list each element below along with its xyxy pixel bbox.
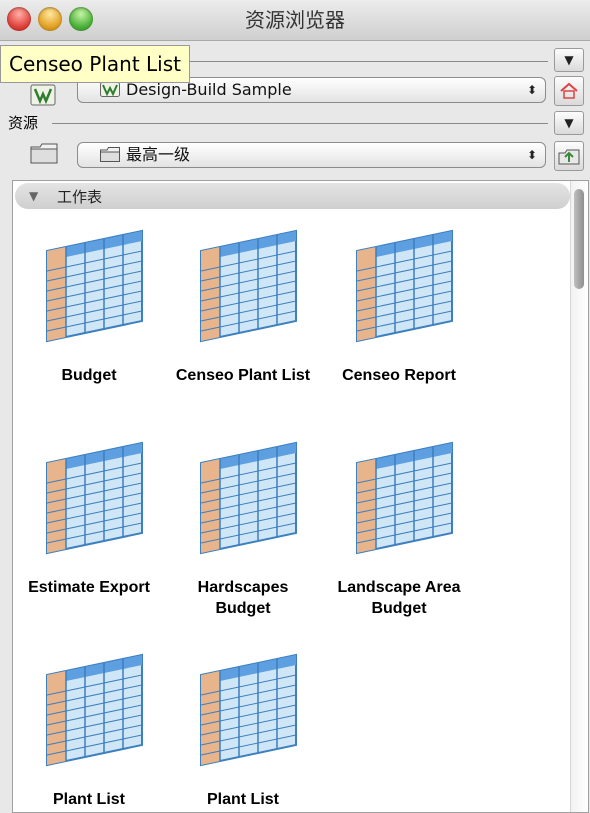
- resources-label: 资源: [8, 114, 39, 132]
- resource-item-label: Plant List: [52, 791, 125, 808]
- resource-item-label: Budget: [61, 367, 117, 384]
- resource-item-budget[interactable]: Budget: [19, 229, 159, 429]
- divider: [180, 61, 548, 62]
- resource-item-censeo-plant-list[interactable]: Censeo Plant List: [173, 229, 313, 429]
- scrollbar[interactable]: [570, 181, 588, 812]
- resource-item-plant-list[interactable]: Plant List: [19, 653, 159, 812]
- vectorworks-file-icon: [100, 82, 120, 97]
- group-header-worksheets[interactable]: ▼ 工作表: [15, 183, 570, 209]
- home-icon: [560, 82, 578, 99]
- spreadsheet-icon: [356, 441, 453, 555]
- popup-chevron-icon: ⬍: [526, 148, 537, 162]
- resource-item-label: Censeo Report: [342, 367, 456, 384]
- disclosure-triangle-icon[interactable]: ▼: [29, 189, 38, 203]
- folder-up-icon: [558, 149, 580, 165]
- resources-menu-button[interactable]: ▼: [554, 111, 584, 135]
- spreadsheet-icon: [356, 229, 453, 343]
- folder-icon: [100, 147, 120, 162]
- spreadsheet-icon: [46, 441, 143, 555]
- popup-chevron-icon: ⬍: [526, 83, 537, 97]
- title-bar: 资源浏览器: [0, 0, 590, 41]
- spreadsheet-icon: [200, 653, 297, 767]
- spreadsheet-icon: [46, 229, 143, 343]
- tooltip: Censeo Plant List: [0, 45, 190, 83]
- resource-item-estimate-export[interactable]: Estimate Export: [19, 441, 159, 641]
- folder-icon: [30, 143, 58, 164]
- location-popup-value: 最高一级: [126, 145, 191, 164]
- resource-item-hardscapes-budget[interactable]: Hardscapes Budget: [173, 441, 313, 641]
- resource-item-label: Plant List: [206, 791, 279, 808]
- resource-item-landscape-area-budget[interactable]: Landscape Area Budget: [329, 441, 469, 641]
- file-menu-button[interactable]: ▼: [554, 48, 584, 72]
- resource-browser: ▼ 工作表 Budget Censeo Plant List Censeo Re…: [12, 180, 589, 813]
- resource-item-label: Estimate Export: [28, 579, 150, 596]
- spreadsheet-icon: [200, 229, 297, 343]
- divider: [52, 123, 548, 124]
- file-icon: [30, 84, 56, 106]
- resource-item-label: Hardscapes Budget: [197, 579, 289, 617]
- spreadsheet-icon: [200, 441, 297, 555]
- home-button[interactable]: [554, 76, 584, 106]
- spreadsheet-icon: [46, 653, 143, 767]
- window-title: 资源浏览器: [245, 8, 345, 32]
- group-label: 工作表: [57, 188, 103, 206]
- location-popup[interactable]: 最高一级 ⬍: [77, 142, 546, 168]
- resource-item-label: Landscape Area Budget: [337, 579, 461, 617]
- resource-item-label: Censeo Plant List: [175, 367, 311, 384]
- resource-item-censeo-report[interactable]: Censeo Report: [329, 229, 469, 429]
- scrollbar-thumb[interactable]: [574, 189, 584, 289]
- resource-item-plant-list-2[interactable]: Plant List: [173, 653, 313, 812]
- up-folder-button[interactable]: [554, 141, 584, 171]
